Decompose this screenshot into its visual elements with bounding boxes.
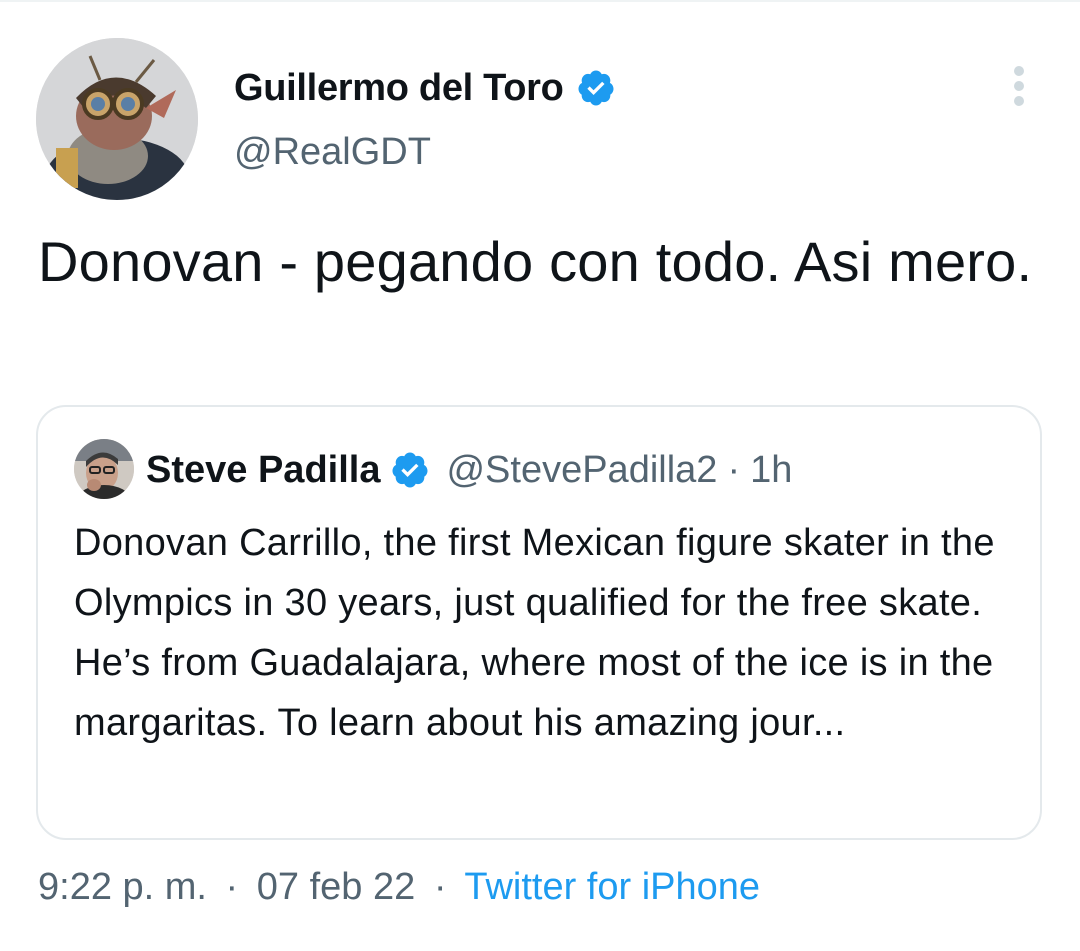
tweet-date[interactable]: 07 feb 22 [257,866,415,908]
verified-badge-icon [576,68,616,108]
author-name[interactable]: Guillermo del Toro [234,66,616,110]
author-name-text[interactable]: Guillermo del Toro [234,66,564,110]
quoted-tweet-text: Donovan Carrillo, the first Mexican figu… [74,522,995,744]
separator-dot: · [225,866,239,908]
separator-dot: · [433,866,447,908]
quoted-author-avatar[interactable] [74,439,134,499]
author-avatar[interactable] [36,38,198,200]
tweet-metadata: 9:22 p. m. · 07 feb 22 · Twitter for iPh… [38,862,760,912]
more-options-icon-dot [1014,96,1024,106]
tweet-time[interactable]: 9:22 p. m. [38,866,207,908]
tweet-text: Donovan - pegando con todo. Asi mero. [38,230,1033,293]
quoted-tweet-header: Steve Padilla @StevePadilla2 · 1h [146,447,792,493]
more-options-icon-dot [1014,66,1024,76]
separator-dot: · [727,449,741,491]
verified-badge-icon [390,450,430,490]
more-options-icon-dot [1014,81,1024,91]
more-options-button[interactable] [1004,62,1034,110]
quoted-tweet-card[interactable]: Steve Padilla @StevePadilla2 · 1h Donova… [36,405,1042,840]
quoted-author-handle[interactable]: @StevePadilla2 [446,447,717,493]
author-handle[interactable]: @RealGDT [234,130,431,174]
top-divider [0,0,1080,2]
quoted-author-name[interactable]: Steve Padilla [146,447,380,493]
quoted-tweet-time[interactable]: 1h [750,447,792,493]
tweet-source-link[interactable]: Twitter for iPhone [464,866,760,908]
